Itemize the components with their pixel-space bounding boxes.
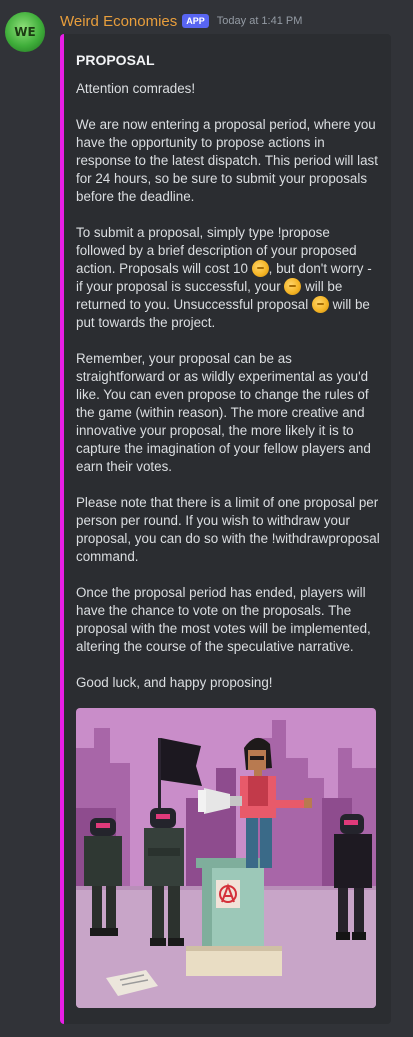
avatar-initials: WE — [14, 25, 36, 39]
paragraph-intro: We are now entering a proposal period, w… — [76, 117, 378, 204]
username[interactable]: Weird Economies — [60, 13, 177, 30]
paragraph-remember: Remember, your proposal can be as straig… — [76, 351, 371, 474]
paragraph-greeting: Attention comrades! — [76, 81, 196, 96]
pixel-art-illustration — [76, 708, 376, 1008]
bot-avatar[interactable]: WE — [5, 12, 45, 52]
embed-description: Attention comrades! We are now entering … — [76, 80, 380, 710]
paragraph-limit: Please note that there is a limit of one… — [76, 495, 380, 564]
coin-icon — [251, 260, 269, 277]
paragraph-voting: Once the proposal period has ended, play… — [76, 585, 371, 654]
embed-title: PROPOSAL — [76, 52, 155, 68]
paragraph-closing: Good luck, and happy proposing! — [76, 675, 273, 690]
message-embed: PROPOSAL Attention comrades! We are now … — [60, 34, 391, 1024]
embed-image[interactable] — [76, 708, 376, 1008]
timestamp[interactable]: Today at 1:41 PM — [217, 15, 303, 27]
coin-icon — [284, 278, 302, 295]
paragraph-submit: To submit a proposal, simply type !propo… — [76, 224, 380, 332]
app-badge: APP — [182, 14, 209, 28]
coin-icon — [311, 296, 329, 313]
embed-accent-bar — [60, 34, 64, 1024]
message-header: Weird Economies APP Today at 1:41 PM — [60, 10, 302, 32]
